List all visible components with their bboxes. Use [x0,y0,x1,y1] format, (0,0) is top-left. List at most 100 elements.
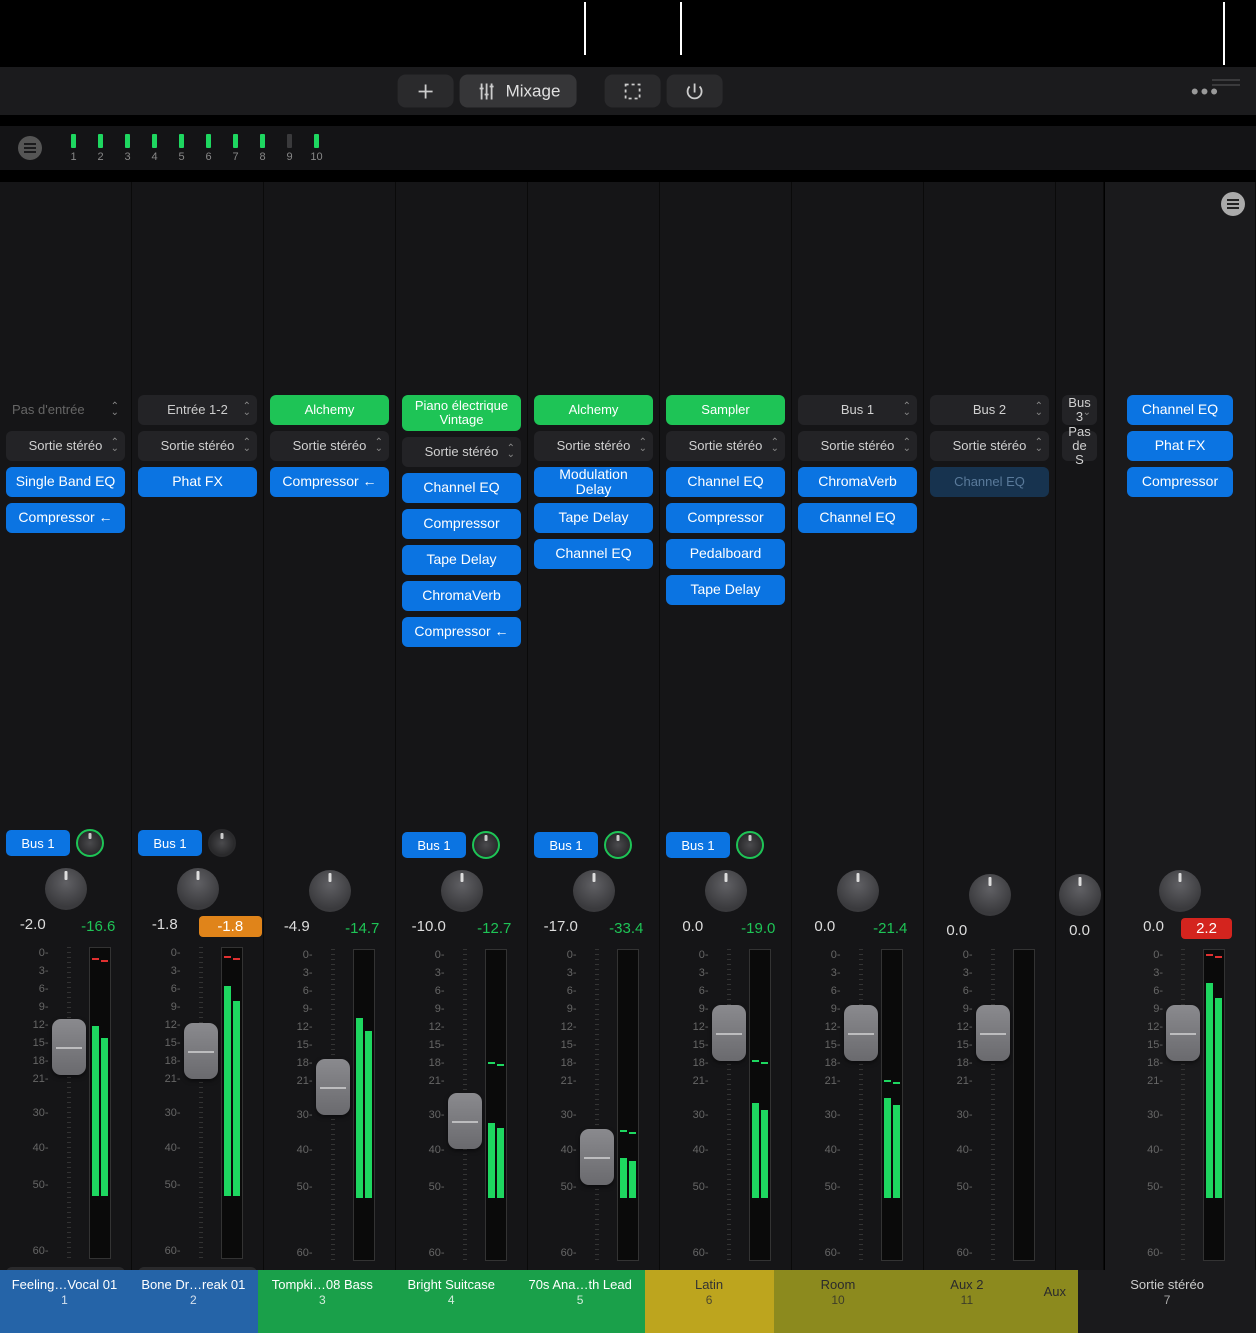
fx-slot[interactable]: Compressor ← [402,617,521,647]
pan-knob[interactable] [969,874,1011,916]
master-peak-value[interactable]: 2.2 [1181,918,1232,939]
output-select[interactable]: Sortie stéréo⌃⌄ [138,431,257,461]
overview-track[interactable]: 10 [303,134,330,163]
channel-label[interactable]: Room10 [774,1270,903,1314]
fx-slot[interactable]: Channel EQ [402,473,521,503]
output-select[interactable]: Sortie stéréo⌃⌄ [930,431,1049,461]
fx-slot[interactable]: Compressor [402,509,521,539]
pan-knob[interactable] [837,870,879,912]
fader-cap[interactable] [448,1093,482,1149]
fx-slot[interactable]: Modulation Delay [534,467,653,497]
instrument-slot[interactable]: Alchemy [270,395,389,425]
channel-label[interactable]: Aux 211 [902,1270,1031,1314]
overview-track[interactable]: 3 [114,134,141,163]
channel-label[interactable]: Bright Suitcase4 [387,1270,516,1314]
fx-slot[interactable]: Compressor [1127,467,1233,497]
input-select[interactable]: Bus 2⌃⌄ [930,395,1049,425]
send-knob[interactable] [472,831,500,859]
fx-slot[interactable]: Pedalboard [666,539,785,569]
send-knob[interactable] [736,831,764,859]
view-mixer-button[interactable]: Mixage [460,75,577,108]
overview-track[interactable]: 1 [60,134,87,163]
channel-label[interactable]: Latin6 [645,1270,774,1314]
pan-knob[interactable] [309,870,351,912]
peak-value[interactable]: -14.7 [331,918,394,939]
master-filter-button[interactable] [1221,192,1245,216]
pan-knob[interactable] [441,870,483,912]
channel-label[interactable]: 70s Ana…th Lead5 [516,1270,645,1314]
output-select[interactable]: Sortie stéréo⌃⌄ [534,431,653,461]
channel-label[interactable]: Bone Dr…reak 012 [129,1270,258,1314]
instrument-slot[interactable]: Piano électrique Vintage [402,395,521,431]
overview-track[interactable]: 2 [87,134,114,163]
output-select[interactable]: Pas de S [1062,431,1097,461]
pan-knob[interactable] [573,870,615,912]
fx-slot[interactable]: Tape Delay [402,545,521,575]
drag-handle[interactable] [1212,79,1240,86]
fx-slot[interactable]: Single Band EQ [6,467,125,497]
add-track-button[interactable] [398,75,454,108]
pan-knob[interactable] [705,870,747,912]
select-button[interactable] [604,75,660,108]
input-select[interactable]: Pas d'entrée⌃⌄ [6,395,125,425]
send-knob[interactable] [76,829,104,857]
channel-label[interactable]: Tompki…08 Bass3 [258,1270,387,1314]
input-select[interactable]: Bus 3⌃⌄ [1062,395,1097,425]
fader-cap[interactable] [712,1005,746,1061]
send-knob[interactable] [208,829,236,857]
peak-value[interactable]: -16.6 [67,916,130,937]
fader-cap[interactable] [184,1023,218,1079]
input-select[interactable]: Entrée 1-2⌃⌄ [138,395,257,425]
peak-value[interactable]: -1.8 [199,916,262,937]
fx-slot[interactable]: Compressor ← [270,467,389,497]
send-chip[interactable]: Bus 1 [138,830,202,856]
output-select[interactable]: Sortie stéréo⌃⌄ [6,431,125,461]
fx-slot[interactable]: Phat FX [138,467,257,497]
send-chip[interactable]: Bus 1 [534,832,598,858]
fader-cap[interactable] [580,1129,614,1185]
fader-cap[interactable] [976,1005,1010,1061]
overview-track[interactable]: 8 [249,134,276,163]
fx-slot[interactable]: Tape Delay [666,575,785,605]
overview-track[interactable]: 4 [141,134,168,163]
send-chip[interactable]: Bus 1 [6,830,70,856]
power-button[interactable] [666,75,722,108]
send-chip[interactable]: Bus 1 [666,832,730,858]
fader-cap[interactable] [844,1005,878,1061]
fx-slot[interactable]: Channel EQ [798,503,917,533]
fx-slot[interactable]: Compressor ← [6,503,125,533]
master-pan-knob[interactable] [1159,870,1201,912]
pan-knob[interactable] [45,868,87,910]
output-select[interactable]: Sortie stéréo⌃⌄ [270,431,389,461]
output-select[interactable]: Sortie stéréo⌃⌄ [798,431,917,461]
fx-slot-bypassed[interactable]: Channel EQ [930,467,1049,497]
fader-cap[interactable] [1166,1005,1200,1061]
send-knob[interactable] [604,831,632,859]
fx-slot[interactable]: Channel EQ [534,539,653,569]
overview-track[interactable]: 6 [195,134,222,163]
channel-label[interactable]: Feeling…Vocal 011 [0,1270,129,1314]
master-label[interactable]: Sortie stéréo7 [1078,1270,1256,1314]
output-select[interactable]: Sortie stéréo⌃⌄ [666,431,785,461]
send-chip[interactable]: Bus 1 [402,832,466,858]
pan-knob[interactable] [177,868,219,910]
peak-value[interactable]: -21.4 [859,918,922,939]
peak-value[interactable]: -33.4 [595,918,658,939]
overview-track[interactable]: 5 [168,134,195,163]
fx-slot[interactable]: Tape Delay [534,503,653,533]
fx-slot[interactable]: ChromaVerb [402,581,521,611]
fader-cap[interactable] [52,1019,86,1075]
fx-slot[interactable]: Compressor [666,503,785,533]
fx-slot[interactable]: ChromaVerb [798,467,917,497]
output-select[interactable]: Sortie stéréo⌃⌄ [402,437,521,467]
overview-track[interactable]: 9 [276,134,303,163]
instrument-slot[interactable]: Sampler [666,395,785,425]
fx-slot[interactable]: Channel EQ [1127,395,1233,425]
filter-button[interactable] [18,136,42,160]
overview-track[interactable]: 7 [222,134,249,163]
input-select[interactable]: Bus 1⌃⌄ [798,395,917,425]
peak-value[interactable]: -12.7 [463,918,526,939]
peak-value[interactable] [991,922,1054,939]
channel-label[interactable]: Aux [1031,1270,1078,1314]
fx-slot[interactable]: Phat FX [1127,431,1233,461]
